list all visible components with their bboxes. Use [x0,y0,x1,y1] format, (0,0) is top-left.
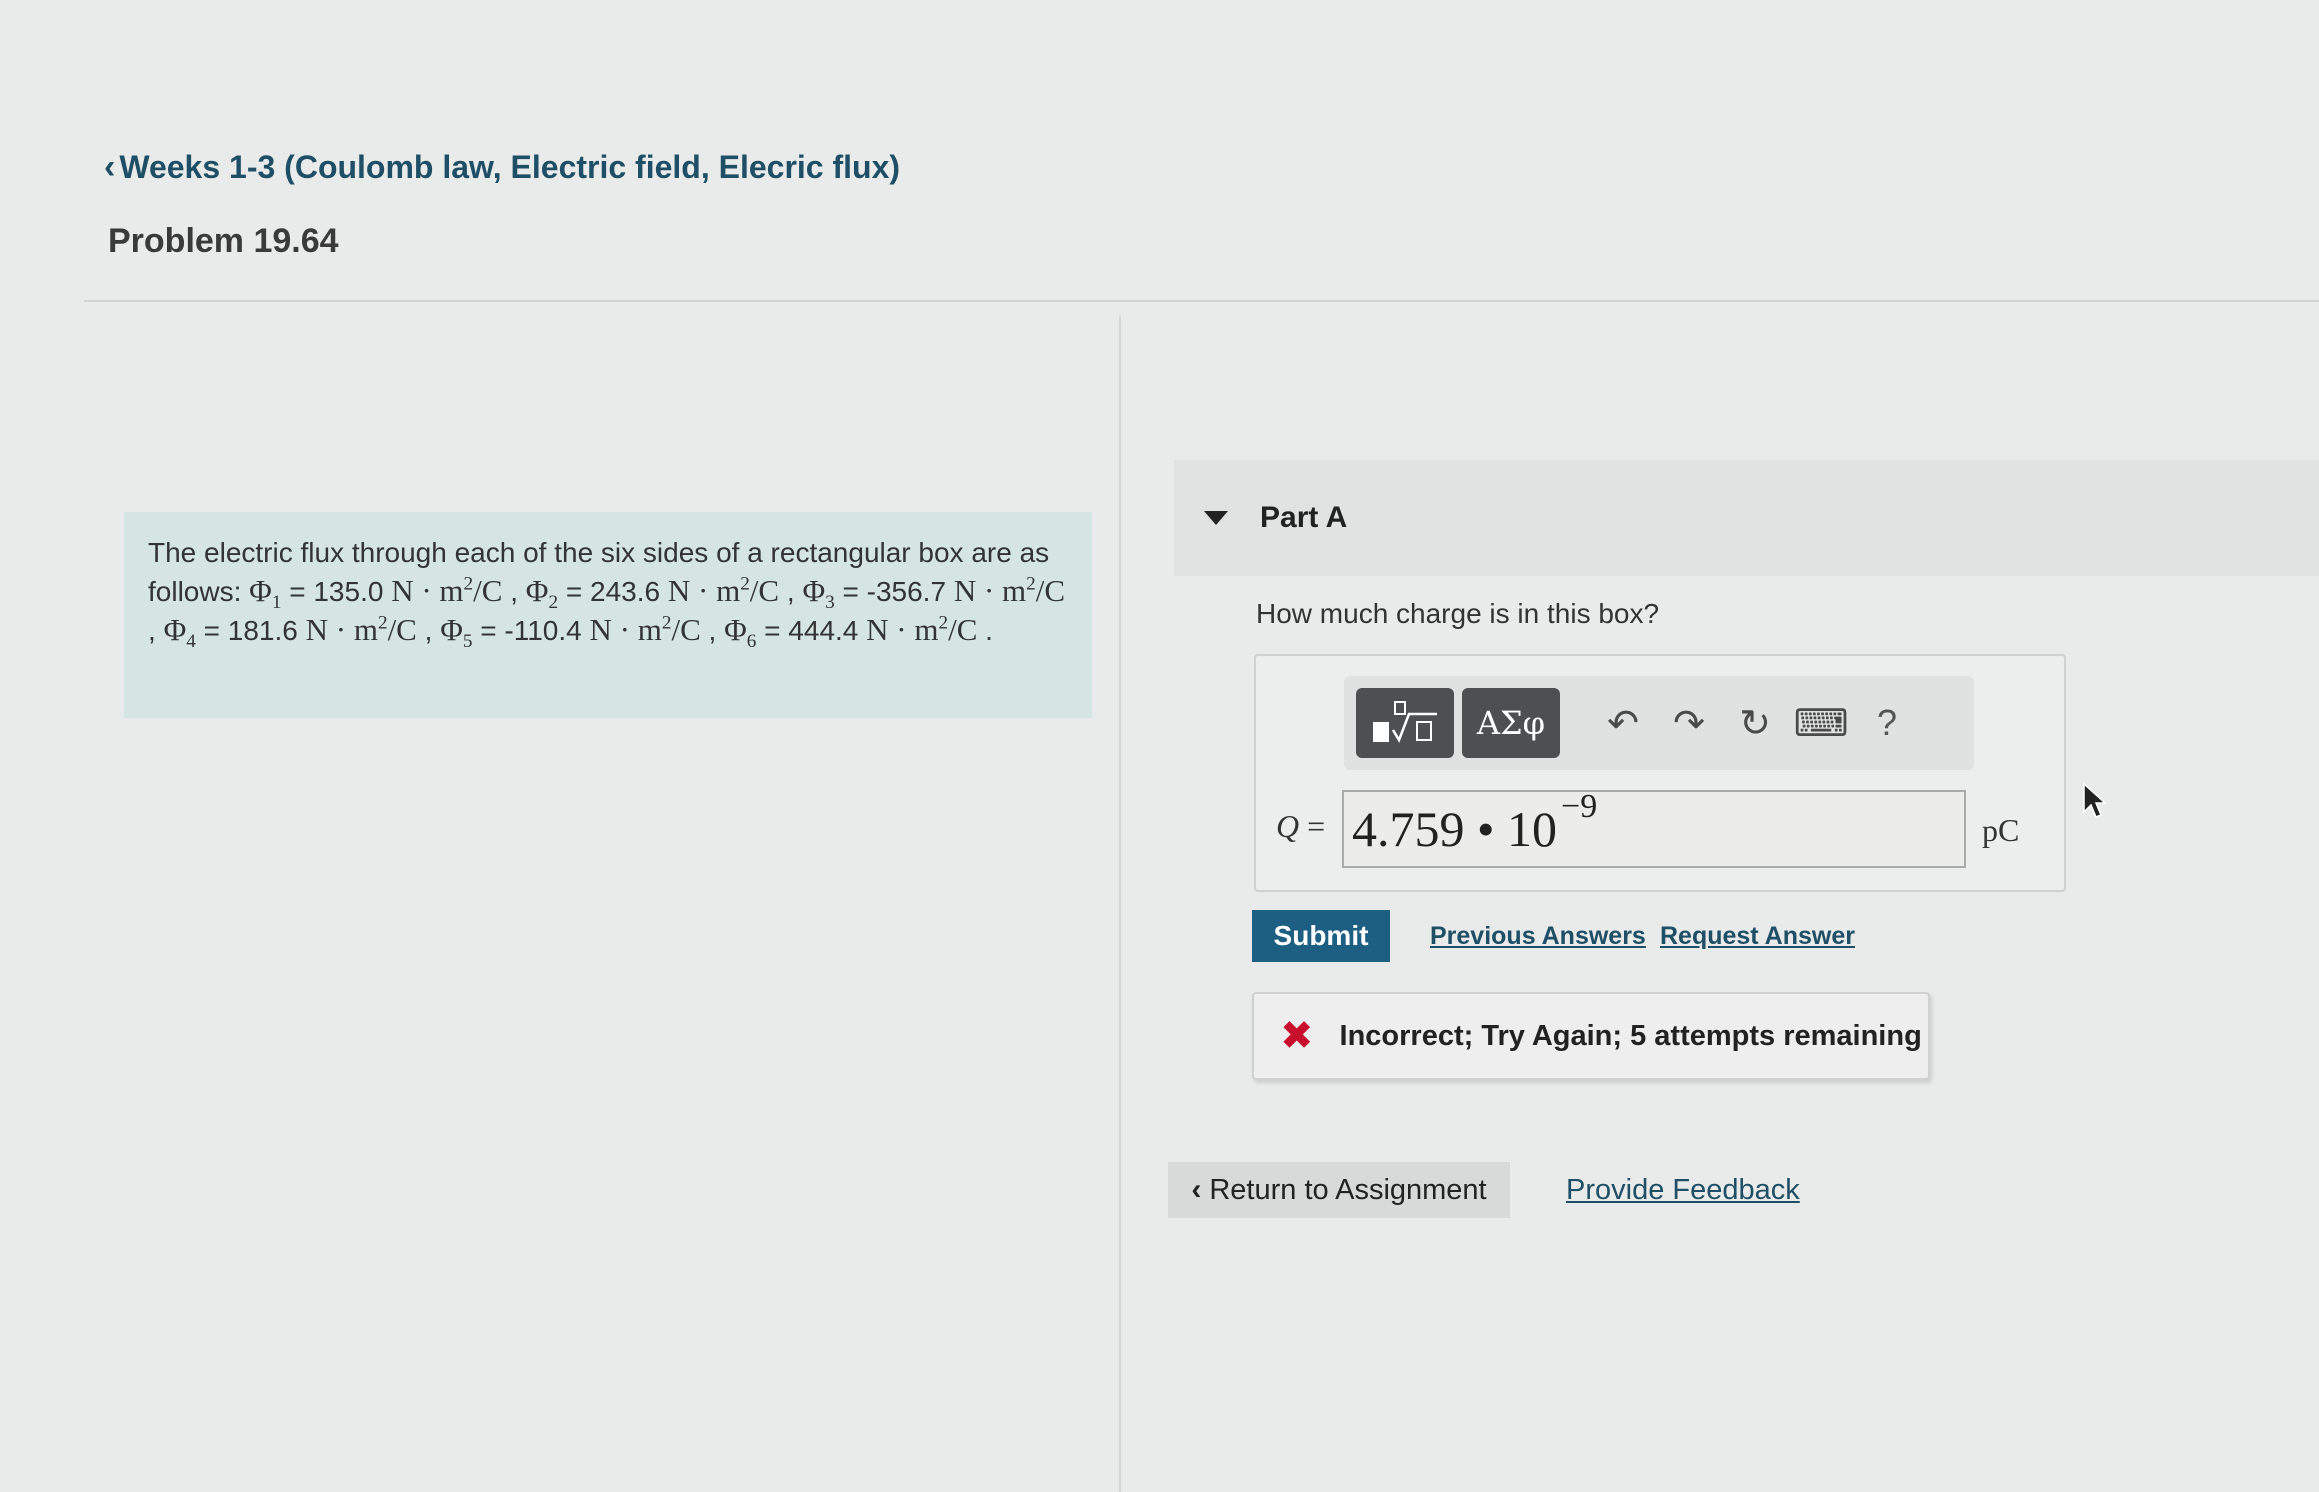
provide-feedback-link[interactable]: Provide Feedback [1566,1174,1800,1207]
symbols-button[interactable]: ΑΣφ [1462,688,1560,758]
flux-symbol: Φ3 [802,573,835,614]
flux-unit: N · m2/C [306,612,417,647]
reset-icon[interactable]: ↻ [1722,688,1788,758]
flux-symbol: Φ1 [249,573,282,614]
flux-unit: N · m2/C [866,612,977,647]
previous-answers-link[interactable]: Previous Answers [1430,922,1646,951]
unit-tail: /C [671,612,701,647]
flux-value: 444.4 [788,615,859,646]
breadcrumb-label: Weeks 1-3 (Coulomb law, Electric field, … [119,149,901,185]
flux-unit: N · m2/C [590,612,701,647]
unit-exponent: 2 [740,573,750,595]
answer-panel: ΑΣφ ↶ ↷ ↻ ⌨ ? Q = 4.759 • 10 −9 pC [1254,654,2066,892]
request-answer-link[interactable]: Request Answer [1660,922,1855,951]
feedback-text: Incorrect; Try Again; 5 attempts remaini… [1339,1019,1922,1052]
unit-tail: /C [749,573,780,608]
unit-exponent: 2 [377,612,388,634]
return-label: Return to Assignment [1209,1173,1487,1206]
unit-base: N · m [589,612,662,647]
unit-tail: /C [387,612,417,647]
mouse-pointer-icon [2083,782,2107,818]
flux-symbol: Φ5 [440,612,473,653]
flux-value: 243.6 [590,576,661,607]
flux-unit: N · m2/C [668,573,779,608]
flux-item: Φ2 = 243.6 N · m2/C , [525,573,803,614]
flux-symbol: Φ4 [163,612,196,653]
header-divider [84,300,2319,302]
breadcrumb-back-link[interactable]: ‹ Weeks 1-3 (Coulomb law, Electric field… [104,148,900,187]
equals-sign: = [1307,808,1326,844]
feedback-message: ✖ Incorrect; Try Again; 5 attempts remai… [1252,992,1930,1080]
collapse-triangle-icon[interactable] [1204,511,1228,525]
chevron-left-icon: ‹ [1191,1173,1202,1206]
flux-values: Φ1 = 135.0 N · m2/C , Φ2 = 243.6 N · m2/… [148,573,1065,653]
return-to-assignment-button[interactable]: ‹ Return to Assignment [1168,1162,1510,1218]
page: ‹ Weeks 1-3 (Coulomb law, Electric field… [0,0,2319,1492]
unit-base: N · m [953,573,1027,608]
flux-item: Φ5 = -110.4 N · m2/C , [440,612,725,653]
answer-mantissa: 4.759 • 10 [1352,801,1558,857]
flux-subscript: 2 [548,592,559,614]
flux-value: 135.0 [313,576,384,607]
column-divider [1119,316,1121,1492]
answer-unit: pC [1982,812,2020,848]
flux-symbol: Φ6 [724,612,757,653]
flux-unit: N · m2/C [954,573,1065,608]
math-toolbar: ΑΣφ ↶ ↷ ↻ ⌨ ? [1344,676,1974,770]
unit-tail: /C [1035,573,1066,608]
flux-unit: N · m2/C [391,573,502,608]
flux-value: -110.4 [504,615,582,646]
unit-exponent: 2 [938,612,949,634]
variable-name: Q [1276,808,1300,844]
flux-subscript: 3 [825,592,835,614]
unit-base: N · m [391,573,464,608]
flux-item: Φ1 = 135.0 N · m2/C , [249,573,526,614]
undo-icon[interactable]: ↶ [1590,688,1656,758]
unit-exponent: 2 [661,612,672,634]
templates-button[interactable] [1356,688,1454,758]
error-x-icon: ✖ [1280,1014,1314,1058]
unit-tail: /C [473,573,503,608]
flux-subscript: 6 [746,631,757,653]
flux-symbol: Φ2 [525,573,559,614]
flux-subscript: 1 [271,592,282,614]
chevron-left-icon: ‹ [104,148,116,186]
flux-value: -356.7 [866,576,947,607]
part-label: Part A [1260,501,1348,534]
question-text: How much charge is in this box? [1256,598,1660,629]
problem-statement: The electric flux through each of the si… [124,512,1092,718]
flux-value: 181.6 [227,615,298,646]
flux-subscript: 4 [186,631,196,653]
flux-item: Φ4 = 181.6 N · m2/C , [163,612,441,653]
unit-tail: /C [948,612,978,647]
help-icon[interactable]: ? [1854,688,1920,758]
redo-icon[interactable]: ↷ [1656,688,1722,758]
variable-label: Q = [1276,808,1325,845]
templates-icon [1373,701,1437,743]
keyboard-icon[interactable]: ⌨ [1788,688,1854,758]
unit-base: N · m [305,612,378,647]
unit-exponent: 2 [1026,573,1036,595]
unit-base: N · m [667,573,741,608]
flux-item: Φ6 = 444.4 N · m2/C . [724,612,993,653]
flux-subscript: 5 [462,631,473,653]
problem-title: Problem 19.64 [108,222,339,260]
part-a-header[interactable]: Part A [1174,460,2319,576]
answer-input[interactable]: 4.759 • 10 −9 [1342,790,1966,868]
unit-base: N · m [866,612,939,647]
unit-exponent: 2 [463,573,474,595]
submit-button[interactable]: Submit [1252,910,1390,962]
